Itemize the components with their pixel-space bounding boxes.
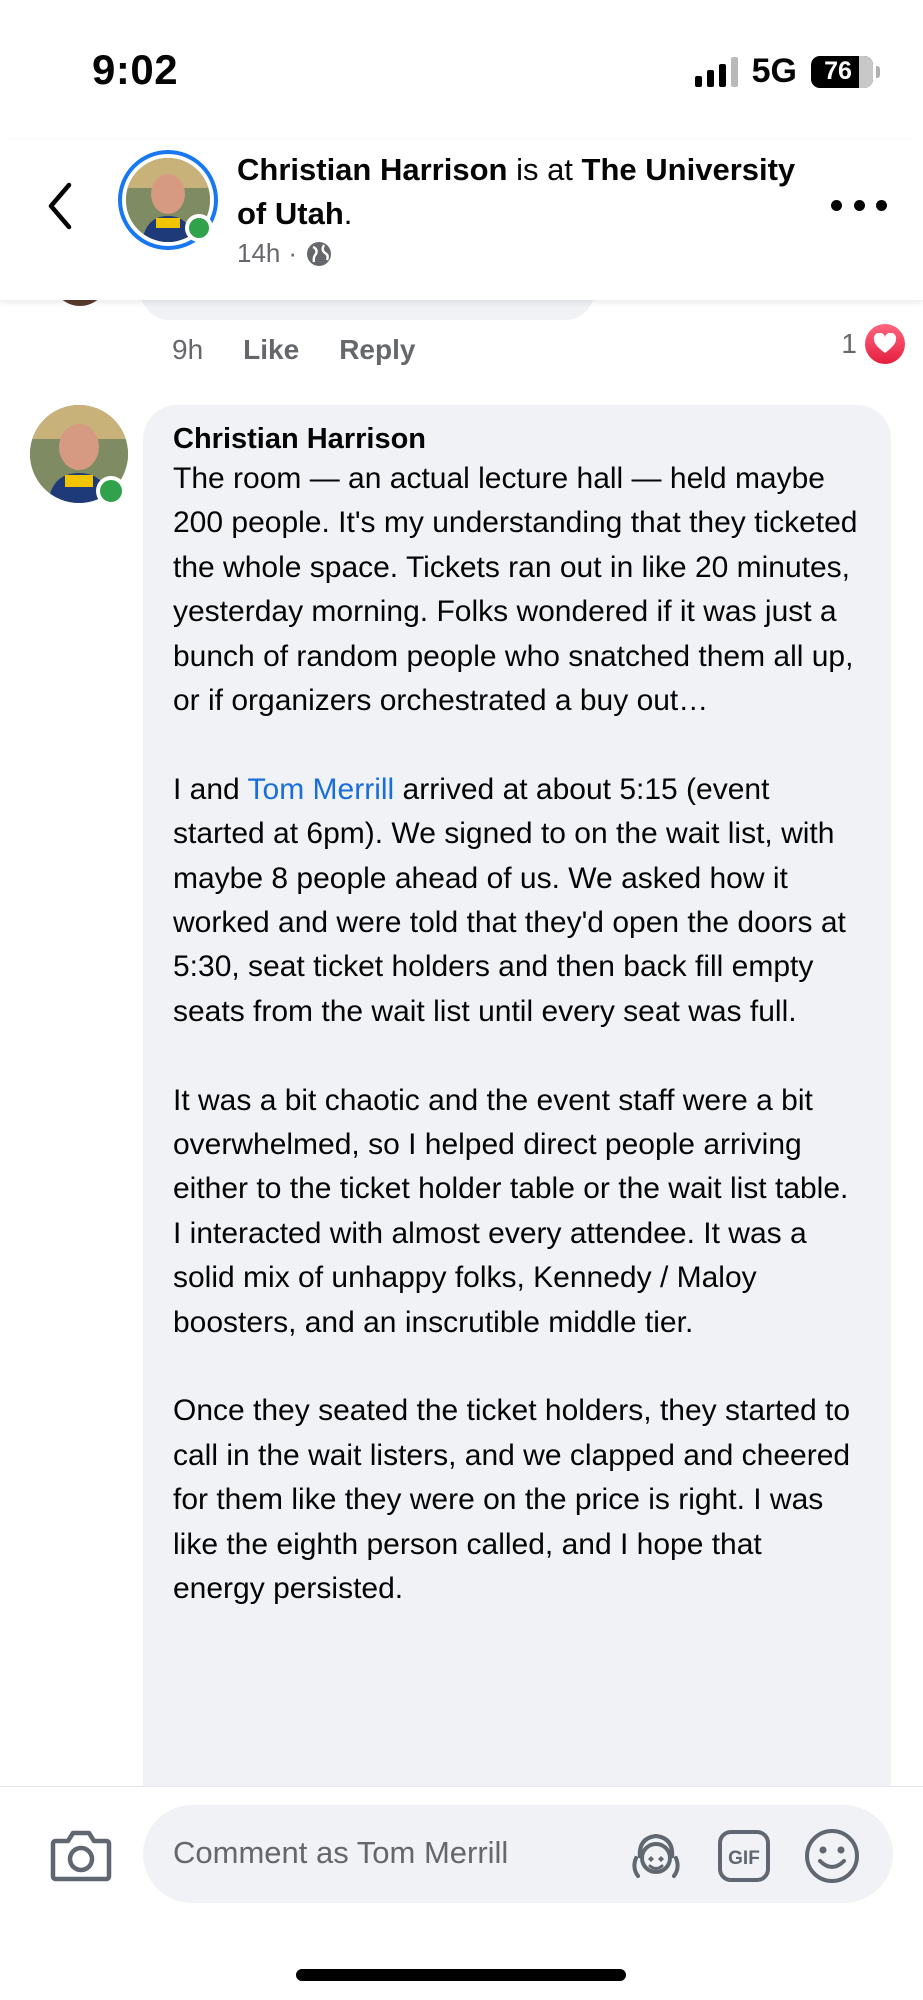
comment-paragraph: Once they seated the ticket holders, the…	[173, 1394, 851, 1606]
reaction-summary[interactable]: 1	[841, 324, 905, 364]
signal-icon	[694, 56, 738, 87]
heart-icon	[865, 324, 905, 364]
previous-comment-actions: 9h Like Reply	[172, 334, 415, 366]
chevron-left-icon	[48, 182, 72, 230]
comment-composer: Comment as Tom Merrill GIF	[0, 1786, 923, 2000]
comments-feed[interactable]: 9h Like Reply 1 Christian Harrison The r…	[0, 300, 923, 1786]
reaction-count: 1	[841, 328, 857, 359]
comment-input[interactable]: Comment as Tom Merrill GIF	[143, 1805, 893, 1903]
previous-comment-avatar[interactable]	[52, 300, 108, 306]
svg-text:GIF: GIF	[728, 1848, 760, 1869]
status-bar: 9:02 5G 76	[0, 0, 923, 140]
network-type: 5G	[751, 52, 797, 90]
like-button[interactable]: Like	[243, 334, 299, 366]
post-header: Christian Harrison is at The University …	[0, 140, 923, 300]
globe-icon	[307, 241, 332, 266]
comment-placeholder: Comment as Tom Merrill	[173, 1835, 509, 1870]
reply-button[interactable]: Reply	[339, 334, 415, 366]
battery-icon: 76	[811, 55, 880, 88]
comment-paragraph: I and Tom Merrill arrived at about 5:15 …	[173, 772, 846, 1028]
more-horizontal-icon	[831, 199, 842, 211]
comment-paragraph: It was a bit chaotic and the event staff…	[173, 1083, 849, 1339]
meta-separator: ·	[288, 238, 298, 268]
emoji-icon	[805, 1829, 859, 1883]
post-meta: 14h ·	[237, 238, 333, 269]
previous-comment-bubble[interactable]	[140, 300, 595, 320]
previous-comment-time: 9h	[172, 334, 204, 365]
camera-button[interactable]	[50, 1827, 112, 1883]
avatar-sticker-button[interactable]	[627, 1827, 685, 1885]
status-indicators: 5G 76	[694, 52, 880, 91]
avatar-sticker-icon	[632, 1833, 680, 1878]
comment-bubble[interactable]: Christian Harrison The room — an actual …	[143, 405, 891, 1786]
more-options-button[interactable]	[831, 190, 887, 220]
mention-link[interactable]: Tom Merrill	[248, 773, 395, 806]
status-time: 9:02	[92, 46, 179, 93]
gif-icon: GIF	[718, 1830, 770, 1882]
post-time[interactable]: 14h	[237, 238, 280, 269]
online-status-dot	[96, 476, 126, 506]
comment-paragraph: The room — an actual lecture hall — held…	[173, 462, 858, 718]
post-header-title: Christian Harrison is at The University …	[237, 152, 796, 231]
comment-author[interactable]: Christian Harrison	[173, 421, 861, 457]
battery-level: 76	[824, 57, 852, 85]
online-status-dot	[185, 214, 213, 242]
camera-icon	[50, 1830, 112, 1882]
gif-button[interactable]: GIF	[715, 1827, 773, 1885]
emoji-button[interactable]	[803, 1827, 861, 1885]
home-indicator[interactable]	[296, 1969, 626, 1981]
back-button[interactable]	[40, 176, 80, 236]
author-name-link[interactable]: Christian Harrison	[237, 152, 507, 187]
